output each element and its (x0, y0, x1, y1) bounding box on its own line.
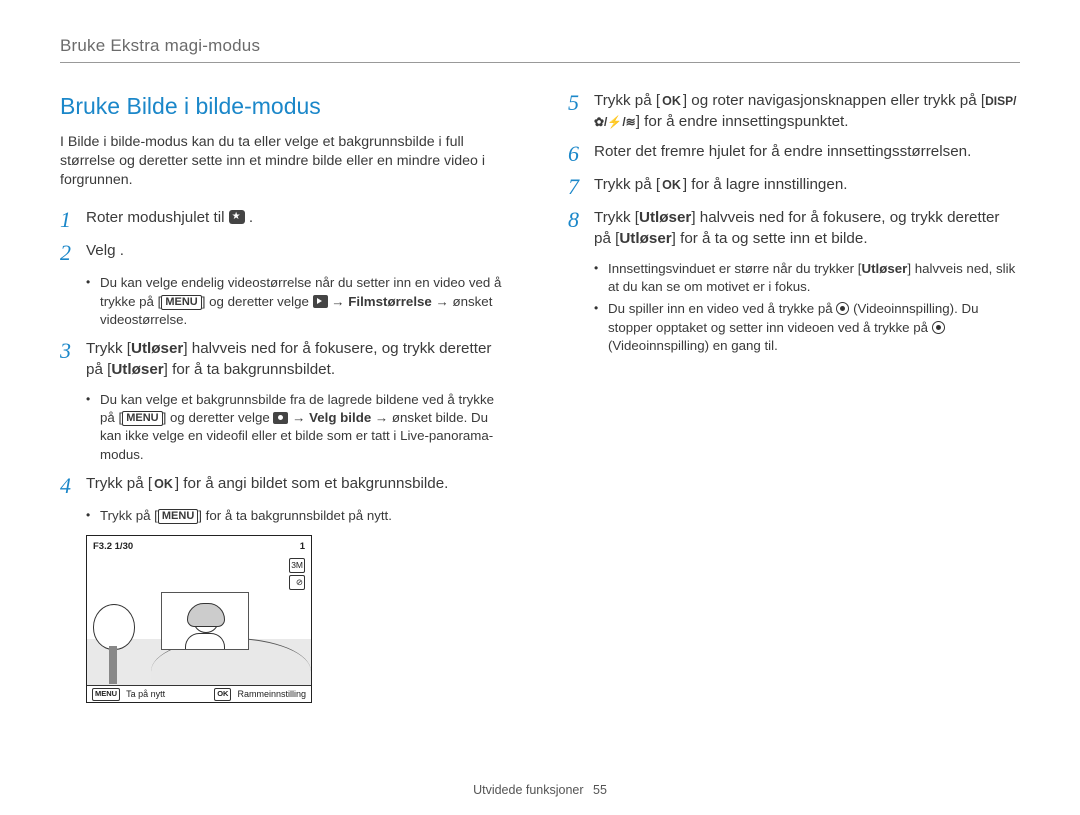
step-number: 8 (568, 208, 594, 231)
video-icon (313, 295, 328, 308)
right-column: 5 Trykk på [OK] og roter navigasjonsknap… (568, 91, 1020, 703)
text: Trykk på [ (594, 92, 660, 109)
text: (Videoinnspilling) en gang til. (608, 338, 778, 353)
step-4-body: Trykk på [OK] for å angi bildet som et b… (86, 474, 512, 495)
step-2-body: Velg . (86, 241, 512, 262)
text: Trykk [ (594, 209, 639, 226)
step-2-bullets: Du kan velge endelig videostørrelse når … (60, 274, 512, 329)
step-3-bullets: Du kan velge et bakgrunnsbilde fra de la… (60, 391, 512, 464)
text: ] for å lagre innstillingen. (683, 176, 848, 193)
menu-button-label: MENU (122, 411, 162, 426)
preview-bottom-left: Ta på nytt (126, 688, 165, 700)
menu-button-label: MENU (158, 509, 198, 524)
step-number: 4 (60, 474, 86, 497)
left-column: Bruke Bilde i bilde-modus I Bilde i bild… (60, 91, 512, 703)
text: ] og deretter velge (163, 410, 274, 425)
step-8: 8 Trykk [Utløser] halvveis ned for å fok… (568, 208, 1020, 249)
step-7-body: Trykk på [OK] for å lagre innstillingen. (594, 175, 1020, 196)
content-columns: Bruke Bilde i bilde-modus I Bilde i bild… (60, 91, 1020, 703)
step-2-pre: Velg (86, 242, 120, 259)
preview-count: 1 (300, 540, 305, 553)
text: Trykk på [ (100, 508, 158, 523)
bold: Utløser (619, 230, 671, 247)
ok-keycap: OK (660, 177, 683, 194)
record-icon (836, 302, 849, 315)
step-6-body: Roter det fremre hjulet for å endre inns… (594, 142, 1020, 163)
bold: Velg bilde (309, 410, 371, 425)
preview-inset-frame (161, 592, 249, 650)
step-4-bullet-1: Trykk på [MENU] for å ta bakgrunnsbildet… (86, 507, 512, 525)
preview-menu-btn: MENU (92, 688, 120, 700)
step-5-body: Trykk på [OK] og roter navigasjonsknappe… (594, 91, 1020, 132)
page-footer: Utvidede funksjoner 55 (0, 783, 1080, 797)
step-number: 1 (60, 208, 86, 231)
preview-scene (87, 554, 311, 684)
bold: Utløser (131, 340, 183, 357)
preview-ok-btn: OK (214, 688, 231, 700)
text: Du spiller inn en video ved å trykke på (608, 301, 836, 316)
bold: Filmstørrelse (348, 294, 432, 309)
step-8-bullet-1: Innsettingsvinduet er større når du tryk… (594, 260, 1020, 297)
text: Innsettingsvinduet er større når du tryk… (608, 261, 862, 276)
step-number: 2 (60, 241, 86, 264)
menu-button-label: MENU (161, 295, 201, 310)
step-1-post: . (249, 209, 253, 226)
step-6: 6 Roter det fremre hjulet for å endre in… (568, 142, 1020, 165)
step-1-body: Roter modushjulet til . (86, 208, 512, 229)
step-number: 5 (568, 91, 594, 114)
text: Trykk [ (86, 340, 131, 357)
step-1-pre: Roter modushjulet til (86, 209, 229, 226)
step-8-body: Trykk [Utløser] halvveis ned for å fokus… (594, 208, 1020, 249)
step-number: 6 (568, 142, 594, 165)
page-number: 55 (593, 783, 607, 797)
step-2: 2 Velg . (60, 241, 512, 264)
preview-bottombar: MENU Ta på nytt OK Rammeinnstilling (87, 685, 311, 702)
shoulders-shape (185, 633, 225, 649)
step-5: 5 Trykk på [OK] og roter navigasjonsknap… (568, 91, 1020, 132)
step-2-post: . (120, 242, 124, 259)
camera-preview-illustration: F3.2 1/30 1 3M ⊘ MENU Ta på nytt (86, 535, 312, 703)
mode-dial-icon (229, 210, 245, 224)
camera-icon (273, 412, 288, 424)
face-illustration (183, 603, 227, 649)
preview-bottom-right: Rammeinnstilling (237, 688, 306, 700)
header-rule (60, 62, 1020, 63)
ok-keycap: OK (660, 93, 683, 110)
text: ] for å ta og sette inn et bilde. (672, 230, 868, 247)
step-number: 3 (60, 339, 86, 362)
footer-label: Utvidede funksjoner (473, 783, 583, 797)
step-4-bullets: Trykk på [MENU] for å ta bakgrunnsbildet… (60, 507, 512, 525)
step-number: 7 (568, 175, 594, 198)
step-3-body: Trykk [Utløser] halvveis ned for å fokus… (86, 339, 512, 380)
intro-paragraph: I Bilde i bilde-modus kan du ta eller ve… (60, 133, 512, 191)
text: ] og deretter velge (202, 294, 313, 309)
step-7: 7 Trykk på [OK] for å lagre innstillinge… (568, 175, 1020, 198)
tree-shape (93, 606, 133, 684)
step-2-bullet-1: Du kan velge endelig videostørrelse når … (86, 274, 512, 329)
step-3: 3 Trykk [Utløser] halvveis ned for å fok… (60, 339, 512, 380)
arrow: → (288, 410, 309, 425)
page-header: Bruke Ekstra magi-modus (60, 36, 1020, 56)
step-4: 4 Trykk på [OK] for å angi bildet som et… (60, 474, 512, 497)
section-title: Bruke Bilde i bilde-modus (60, 91, 512, 123)
step-3-bullet-1: Du kan velge et bakgrunnsbilde fra de la… (86, 391, 512, 464)
text: ] for å angi bildet som et bakgrunnsbild… (175, 475, 449, 492)
text: ] for å ta bakgrunnsbildet på nytt. (198, 508, 392, 523)
preview-topbar: F3.2 1/30 1 (93, 540, 305, 553)
bold: Utløser (639, 209, 691, 226)
text: ] for å ta bakgrunnsbildet. (164, 361, 335, 378)
bold: Utløser (111, 361, 163, 378)
step-8-bullet-2: Du spiller inn en video ved å trykke på … (594, 300, 1020, 355)
text: ] for å endre innsettingspunktet. (636, 113, 849, 130)
step-8-bullets: Innsettingsvinduet er større når du tryk… (568, 260, 1020, 356)
arrow: → (328, 294, 349, 309)
bold: Utløser (862, 261, 908, 276)
text: Trykk på [ (86, 475, 152, 492)
preview-exposure: F3.2 1/30 (93, 540, 133, 553)
record-icon (932, 321, 945, 334)
text: Trykk på [ (594, 176, 660, 193)
ok-keycap: OK (152, 476, 175, 493)
step-1: 1 Roter modushjulet til . (60, 208, 512, 231)
text: ] og roter navigasjonsknappen eller tryk… (683, 92, 985, 109)
